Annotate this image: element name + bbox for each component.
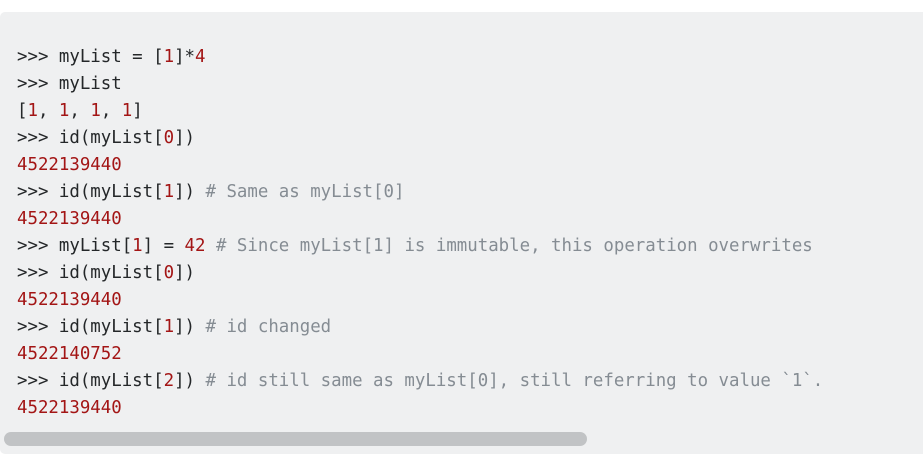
code-number: 0 (163, 128, 175, 148)
code-token: >>> id(myList[ (17, 317, 164, 337)
code-token: >>> id(myList[ (17, 182, 164, 202)
code-comment: # Same as myList[0] (205, 182, 405, 202)
code-token: ]) (174, 182, 206, 202)
code-token: ]) (174, 263, 196, 283)
code-line: >>> id(myList[2]) # id still same as myL… (17, 368, 823, 395)
code-token: >>> myList (17, 74, 122, 94)
code-line: [1, 1, 1, 1] (17, 98, 823, 125)
code-number: 1 (121, 101, 133, 121)
code-line: >>> id(myList[0]) (17, 260, 823, 287)
code-token: [ (17, 101, 28, 121)
code-line: 4522139440 (17, 206, 823, 233)
code-block: >>> myList = [1]*4 >>> myList [1, 1, 1, 1]… (0, 12, 923, 454)
code-token: ] (132, 101, 143, 121)
code-number: 42 (184, 236, 206, 256)
code-token: >>> myList = [ (17, 47, 164, 67)
scrollbar-thumb[interactable] (4, 432, 587, 446)
horizontal-scrollbar[interactable] (0, 430, 923, 446)
code-number: 4 (195, 47, 206, 67)
code-token: ]) (174, 371, 206, 391)
code-output: 4522139440 (17, 398, 122, 418)
code-comment: # id still same as myList[0], still refe… (205, 371, 824, 391)
code-line: >>> myList = [1]*4 (17, 44, 823, 71)
code-line: 4522139440 (17, 287, 823, 314)
code-output: 4522139440 (17, 290, 122, 310)
code-line: >>> id(myList[1]) # id changed (17, 314, 823, 341)
code-output: 4522139440 (17, 155, 122, 175)
code-number: 1 (163, 47, 175, 67)
code-output: 4522140752 (17, 344, 122, 364)
code-number: 1 (163, 182, 175, 202)
code-token: ]* (174, 47, 196, 67)
code-token: >>> id(myList[ (17, 128, 164, 148)
code-token: , (69, 101, 91, 121)
code-token: , (37, 101, 59, 121)
code-comment: # Since myList[1] is immutable, this ope… (215, 236, 813, 256)
code-number: 2 (163, 371, 175, 391)
code-token: ]) (174, 317, 206, 337)
code-number: 1 (58, 101, 70, 121)
code-number: 0 (163, 263, 175, 283)
code-line: 4522140752 (17, 341, 823, 368)
code-line: >>> id(myList[1]) # Same as myList[0] (17, 179, 823, 206)
code-token: >>> myList[ (17, 236, 133, 256)
code-line: >>> id(myList[0]) (17, 125, 823, 152)
code-token: ]) (174, 128, 196, 148)
code-listing: >>> myList = [1]*4 >>> myList [1, 1, 1, 1]… (17, 44, 823, 422)
code-token: , (100, 101, 122, 121)
code-number: 1 (163, 317, 175, 337)
code-line: >>> myList[1] = 42 # Since myList[1] is … (17, 233, 823, 260)
code-line: 4522139440 (17, 152, 823, 179)
code-number: 1 (132, 236, 143, 256)
code-output: 4522139440 (17, 209, 122, 229)
code-comment: # id changed (205, 317, 332, 337)
code-token: ] = (142, 236, 185, 256)
code-line: >>> myList (17, 71, 823, 98)
code-token: >>> id(myList[ (17, 263, 164, 283)
code-number: 1 (90, 101, 101, 121)
code-line: 4522139440 (17, 395, 823, 422)
code-number: 1 (27, 101, 38, 121)
code-token: >>> id(myList[ (17, 371, 164, 391)
